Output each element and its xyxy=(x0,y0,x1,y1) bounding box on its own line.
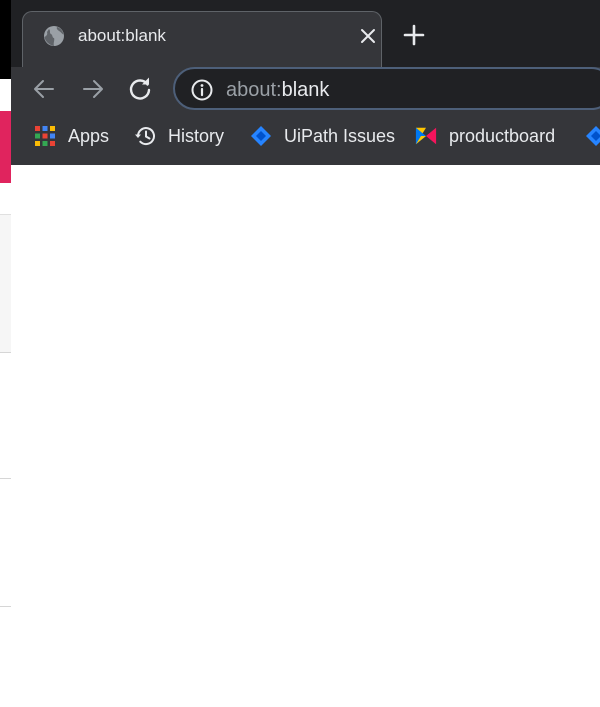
background-window-divider xyxy=(0,478,11,479)
apps-grid-icon xyxy=(35,126,55,146)
arrow-left-icon[interactable] xyxy=(30,75,58,103)
bookmark-label: productboard xyxy=(449,125,556,146)
bookmark-uipath-issues[interactable]: UiPath Issues xyxy=(250,123,395,149)
background-window-panel xyxy=(0,214,11,353)
productboard-icon xyxy=(415,127,437,145)
info-icon[interactable] xyxy=(191,79,213,101)
bookmark-history[interactable]: History xyxy=(134,123,224,149)
close-icon[interactable] xyxy=(357,25,379,47)
background-window-accent-bar xyxy=(0,111,11,183)
browser-window: about:blank about:blank Apps History UiP… xyxy=(11,0,600,707)
tab-strip: about:blank xyxy=(11,0,600,67)
arrow-right-icon[interactable] xyxy=(79,75,107,103)
url-scheme: about: xyxy=(226,79,282,101)
url-text[interactable]: about:blank xyxy=(226,78,329,102)
screen: about:blank about:blank Apps History UiP… xyxy=(0,0,600,707)
tab-title: about:blank xyxy=(78,26,166,45)
reload-icon[interactable] xyxy=(126,75,154,103)
bookmark-label: History xyxy=(168,125,225,146)
page-content[interactable] xyxy=(11,165,600,707)
bookmark-apps[interactable]: Apps xyxy=(34,123,109,149)
globe-icon xyxy=(44,26,64,46)
navigation-toolbar: about:blank xyxy=(11,67,600,111)
address-bar[interactable]: about:blank xyxy=(173,67,600,110)
history-icon xyxy=(135,127,155,146)
plus-icon[interactable] xyxy=(401,22,427,48)
jira-icon[interactable] xyxy=(585,125,600,147)
background-window xyxy=(0,0,11,707)
bookmarks-bar: Apps History UiPath Issues productboard xyxy=(11,111,600,165)
bookmark-label: UiPath Issues xyxy=(284,125,396,146)
url-host: blank xyxy=(281,79,330,101)
background-window-header xyxy=(0,0,11,79)
jira-icon xyxy=(251,126,271,146)
tab-about-blank[interactable]: about:blank xyxy=(22,11,382,67)
bookmark-productboard[interactable]: productboard xyxy=(415,123,555,149)
bookmark-label: Apps xyxy=(68,125,110,146)
background-window-divider xyxy=(0,606,11,607)
